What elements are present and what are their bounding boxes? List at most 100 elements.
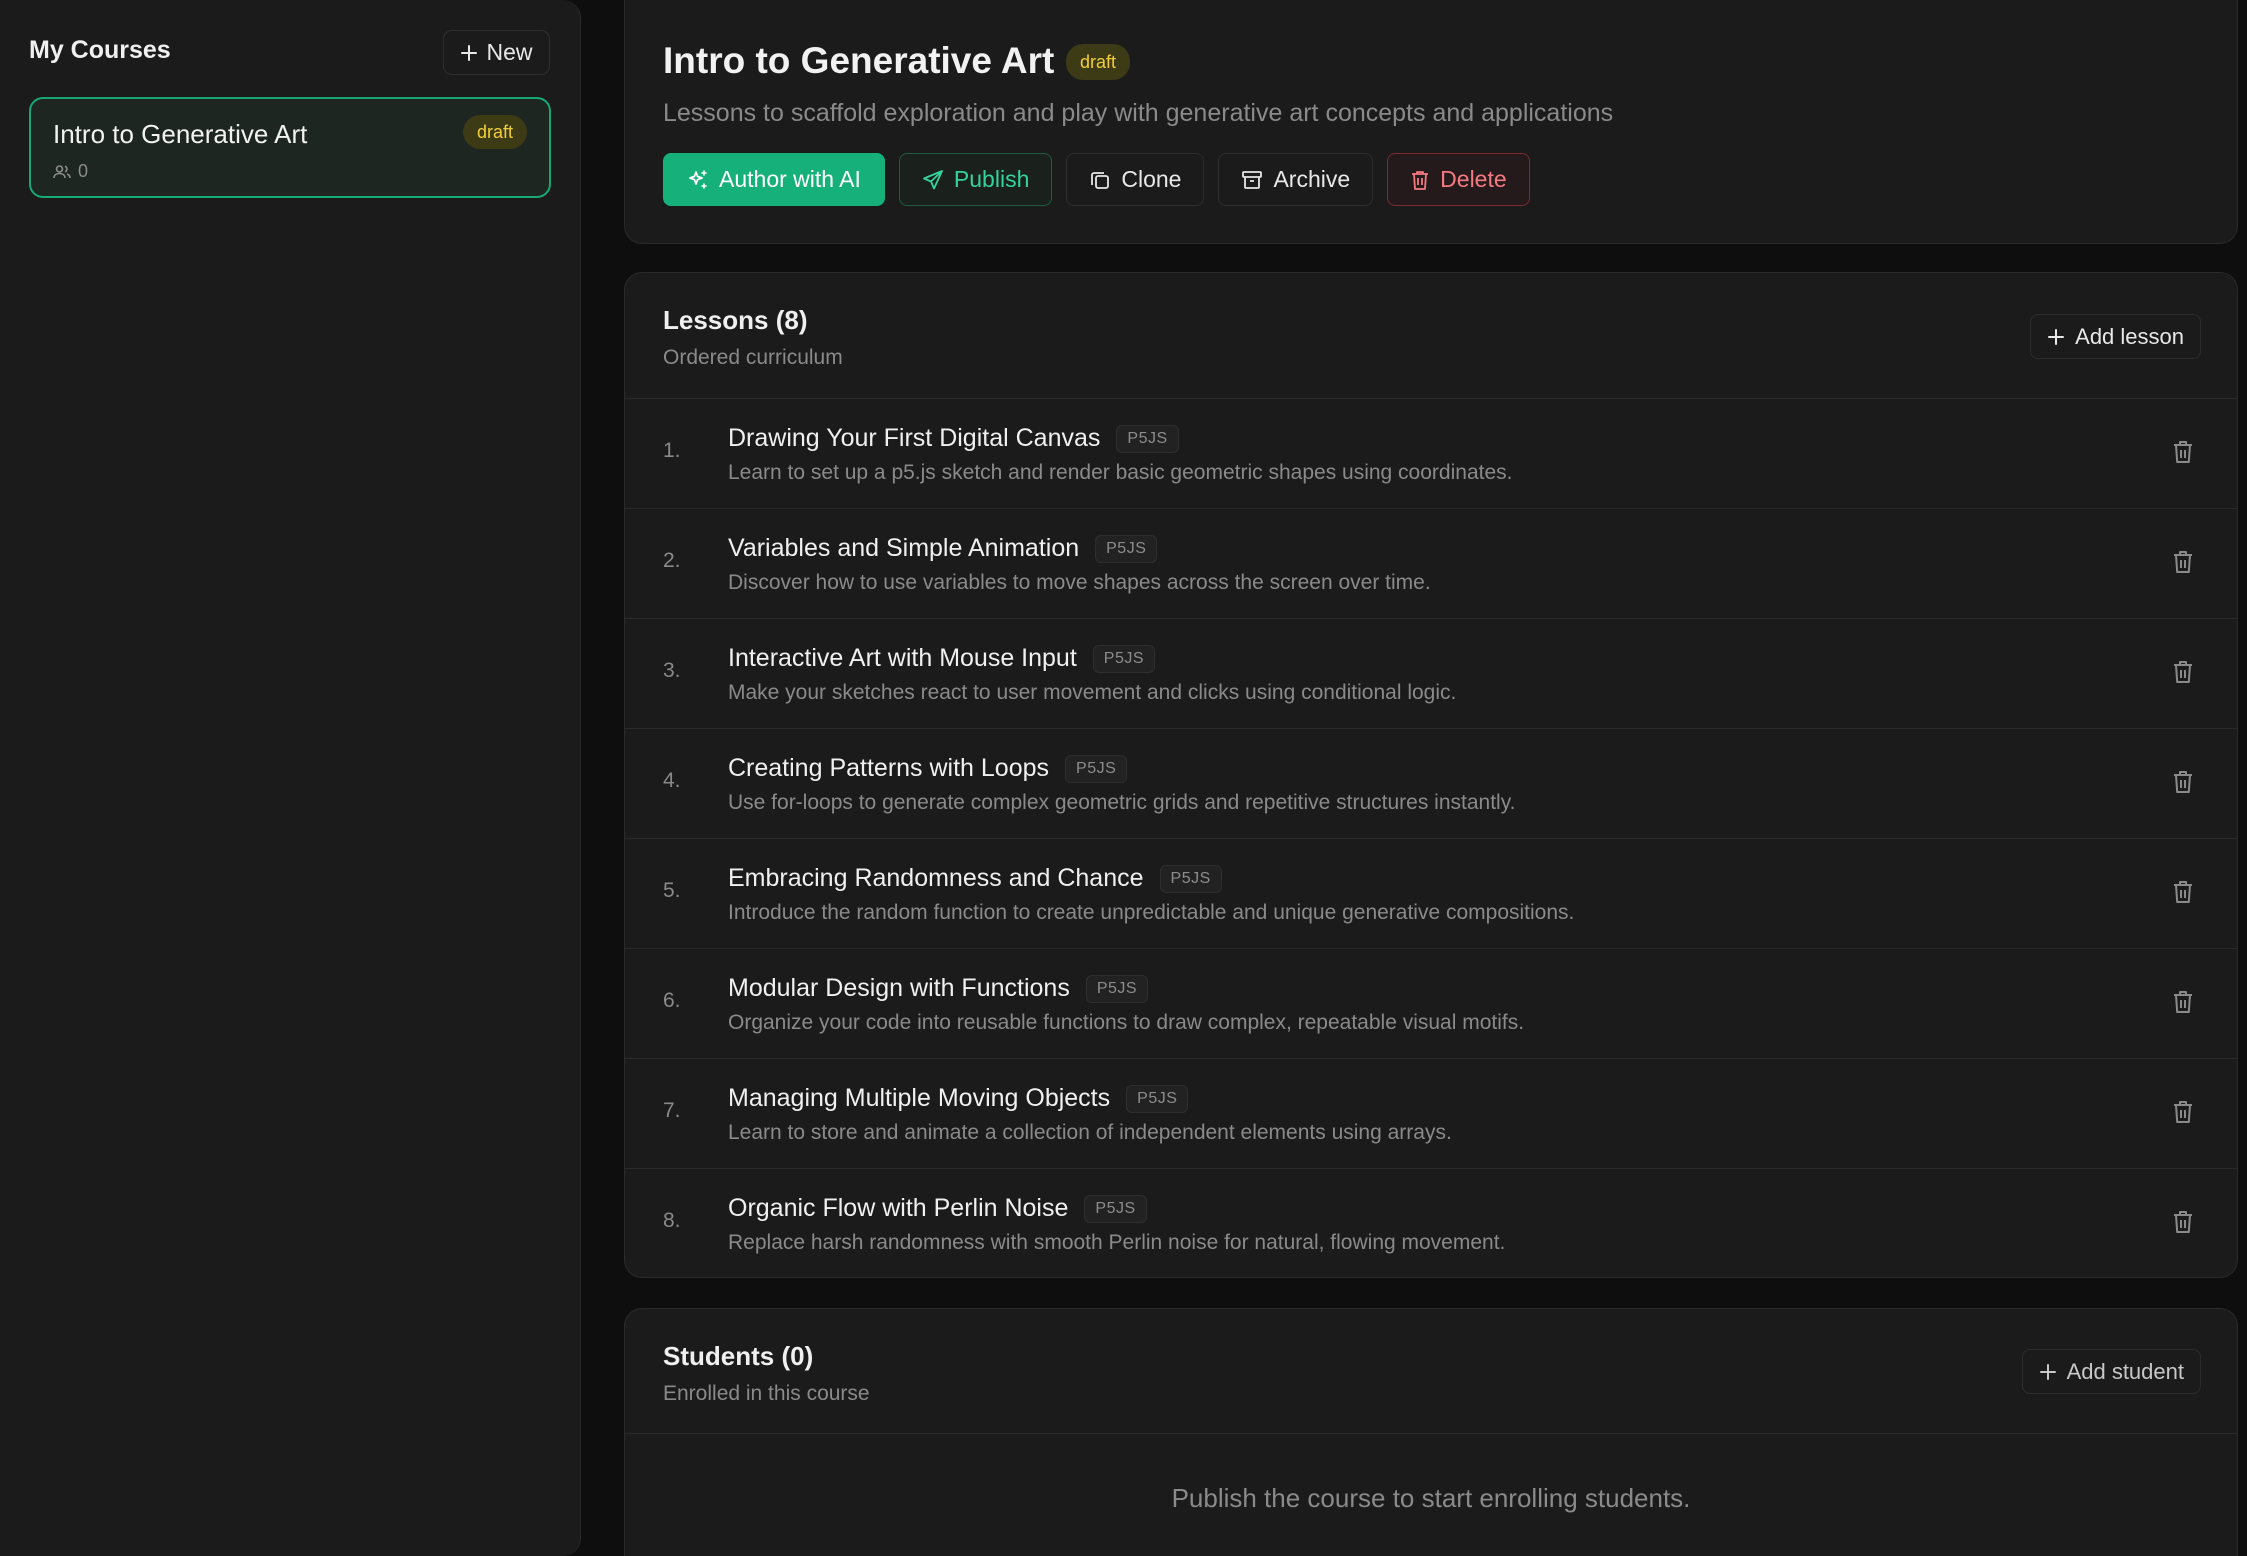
lesson-description: Organize your code into reusable functio… <box>728 1011 1525 1034</box>
lesson-number: 6. <box>663 989 681 1012</box>
lesson-description: Learn to set up a p5.js sketch and rende… <box>728 461 1513 484</box>
course-card-intro-to-generative-art[interactable]: Intro to Generative Art draft 0 <box>29 97 551 198</box>
add-lesson-label: Add lesson <box>2075 323 2184 349</box>
lessons-section: Lessons (8) Ordered curriculum Add lesso… <box>624 272 2238 1278</box>
lesson-title: Interactive Art with Mouse Input <box>728 644 1077 672</box>
lesson-heading: Creating Patterns with Loops P5JS <box>728 754 1128 783</box>
add-student-button[interactable]: Add student <box>2021 1349 2201 1394</box>
lesson-description: Use for-loops to generate complex geomet… <box>728 791 1516 814</box>
student-count-value: 0 <box>78 161 89 181</box>
sidebar-title: My Courses <box>29 36 171 64</box>
student-count: 0 <box>53 161 88 182</box>
lesson-heading: Variables and Simple Animation P5JS <box>728 534 1158 563</box>
plus-icon <box>2039 1363 2057 1381</box>
students-header: Students (0) Enrolled in this course <box>663 1341 870 1406</box>
lessons-title: Lessons (8) <box>663 305 808 335</box>
lesson-tag: P5JS <box>1159 864 1222 893</box>
lesson-title: Embracing Randomness and Chance <box>728 864 1144 892</box>
lesson-tag: P5JS <box>1092 644 1156 673</box>
lesson-heading: Managing Multiple Moving Objects P5JS <box>728 1084 1189 1113</box>
course-actions: Author with AI Publish Clone Archive Del… <box>663 153 1530 206</box>
delete-label: Delete <box>1440 166 1507 192</box>
lesson-description: Discover how to use variables to move sh… <box>728 571 1431 594</box>
list-item[interactable]: 3. Interactive Art with Mouse Input P5JS… <box>625 618 2237 728</box>
plus-icon <box>460 44 478 62</box>
lesson-title: Modular Design with Functions <box>728 974 1070 1002</box>
archive-icon <box>1241 169 1263 191</box>
archive-button[interactable]: Archive <box>1218 153 1374 206</box>
trash-icon <box>1410 169 1430 191</box>
lesson-number: 8. <box>663 1209 681 1232</box>
sparkles-icon <box>687 169 709 191</box>
send-icon <box>922 169 944 191</box>
list-item[interactable]: 1. Drawing Your First Digital Canvas P5J… <box>625 398 2237 508</box>
lesson-number: 4. <box>663 769 681 792</box>
lesson-tag: P5JS <box>1065 754 1128 783</box>
author-with-ai-label: Author with AI <box>719 166 861 192</box>
lesson-tag: P5JS <box>1085 974 1149 1003</box>
trash-icon[interactable] <box>2171 879 2197 907</box>
list-item[interactable]: 5. Embracing Randomness and Chance P5JS … <box>625 838 2237 948</box>
trash-icon[interactable] <box>2171 769 2197 797</box>
students-section: Students (0) Enrolled in this course Add… <box>624 1308 2238 1556</box>
trash-icon[interactable] <box>2171 1209 2197 1237</box>
list-item[interactable]: 7. Managing Multiple Moving Objects P5JS… <box>625 1058 2237 1168</box>
trash-icon[interactable] <box>2171 659 2197 687</box>
add-student-label: Add student <box>2066 1358 2184 1384</box>
lesson-title: Variables and Simple Animation <box>728 534 1080 562</box>
delete-button[interactable]: Delete <box>1387 153 1530 206</box>
users-icon <box>53 164 71 180</box>
author-with-ai-button[interactable]: Author with AI <box>663 153 885 206</box>
plus-icon <box>2047 328 2065 346</box>
lesson-number: 7. <box>663 1099 681 1122</box>
trash-icon[interactable] <box>2171 549 2197 577</box>
list-item[interactable]: 8. Organic Flow with Perlin Noise P5JS R… <box>625 1168 2237 1277</box>
lesson-number: 1. <box>663 439 681 462</box>
lesson-heading: Drawing Your First Digital Canvas P5JS <box>728 424 1179 453</box>
lesson-number: 3. <box>663 659 681 682</box>
empty-state-message: Publish the course to start enrolling st… <box>1171 1483 1691 1513</box>
lesson-heading: Embracing Randomness and Chance P5JS <box>728 864 1222 893</box>
lesson-heading: Interactive Art with Mouse Input P5JS <box>728 644 1156 673</box>
new-course-label: New <box>486 39 533 65</box>
lesson-number: 5. <box>663 879 681 902</box>
status-badge: draft <box>1066 44 1131 80</box>
lesson-description: Make your sketches react to user movemen… <box>728 681 1457 704</box>
archive-label: Archive <box>1273 166 1351 192</box>
lesson-description: Learn to store and animate a collection … <box>728 1121 1452 1144</box>
lessons-header: Lessons (8) Ordered curriculum <box>663 305 843 370</box>
lesson-tag: P5JS <box>1084 1194 1147 1223</box>
students-subtitle: Enrolled in this course <box>663 1382 870 1405</box>
list-item[interactable]: 6. Modular Design with Functions P5JS Or… <box>625 948 2237 1058</box>
course-header: Intro to Generative Art draft Lessons to… <box>624 0 2238 244</box>
page-title: Intro to Generative Art <box>663 40 1055 81</box>
course-description: Lessons to scaffold exploration and play… <box>663 99 1614 127</box>
lesson-title: Managing Multiple Moving Objects <box>728 1084 1111 1112</box>
lesson-heading: Modular Design with Functions P5JS <box>728 974 1149 1003</box>
trash-icon[interactable] <box>2171 439 2197 467</box>
lesson-tag: P5JS <box>1116 424 1179 453</box>
lesson-title: Drawing Your First Digital Canvas <box>728 424 1101 452</box>
status-badge: draft <box>462 115 527 149</box>
trash-icon[interactable] <box>2171 989 2197 1017</box>
sidebar: My Courses New Intro to Generative Art d… <box>0 0 581 1556</box>
trash-icon[interactable] <box>2171 1099 2197 1127</box>
course-card-name: Intro to Generative Art <box>53 119 308 149</box>
clone-button[interactable]: Clone <box>1066 153 1205 206</box>
lesson-list: 1. Drawing Your First Digital Canvas P5J… <box>625 398 2237 1277</box>
list-item[interactable]: 2. Variables and Simple Animation P5JS D… <box>625 508 2237 618</box>
add-lesson-button[interactable]: Add lesson <box>2030 314 2201 359</box>
lessons-subtitle: Ordered curriculum <box>663 346 843 369</box>
clone-label: Clone <box>1121 166 1182 192</box>
list-item[interactable]: 4. Creating Patterns with Loops P5JS Use… <box>625 728 2237 838</box>
lesson-title: Organic Flow with Perlin Noise <box>728 1194 1069 1222</box>
divider <box>625 1433 2237 1434</box>
lesson-title: Creating Patterns with Loops <box>728 754 1050 782</box>
publish-button[interactable]: Publish <box>898 153 1053 206</box>
lesson-tag: P5JS <box>1126 1084 1189 1113</box>
lesson-description: Replace harsh randomness with smooth Per… <box>728 1231 1506 1254</box>
copy-icon <box>1089 169 1111 191</box>
new-course-button[interactable]: New <box>443 30 550 75</box>
lesson-description: Introduce the random function to create … <box>728 901 1575 924</box>
students-title: Students (0) <box>663 1341 814 1371</box>
